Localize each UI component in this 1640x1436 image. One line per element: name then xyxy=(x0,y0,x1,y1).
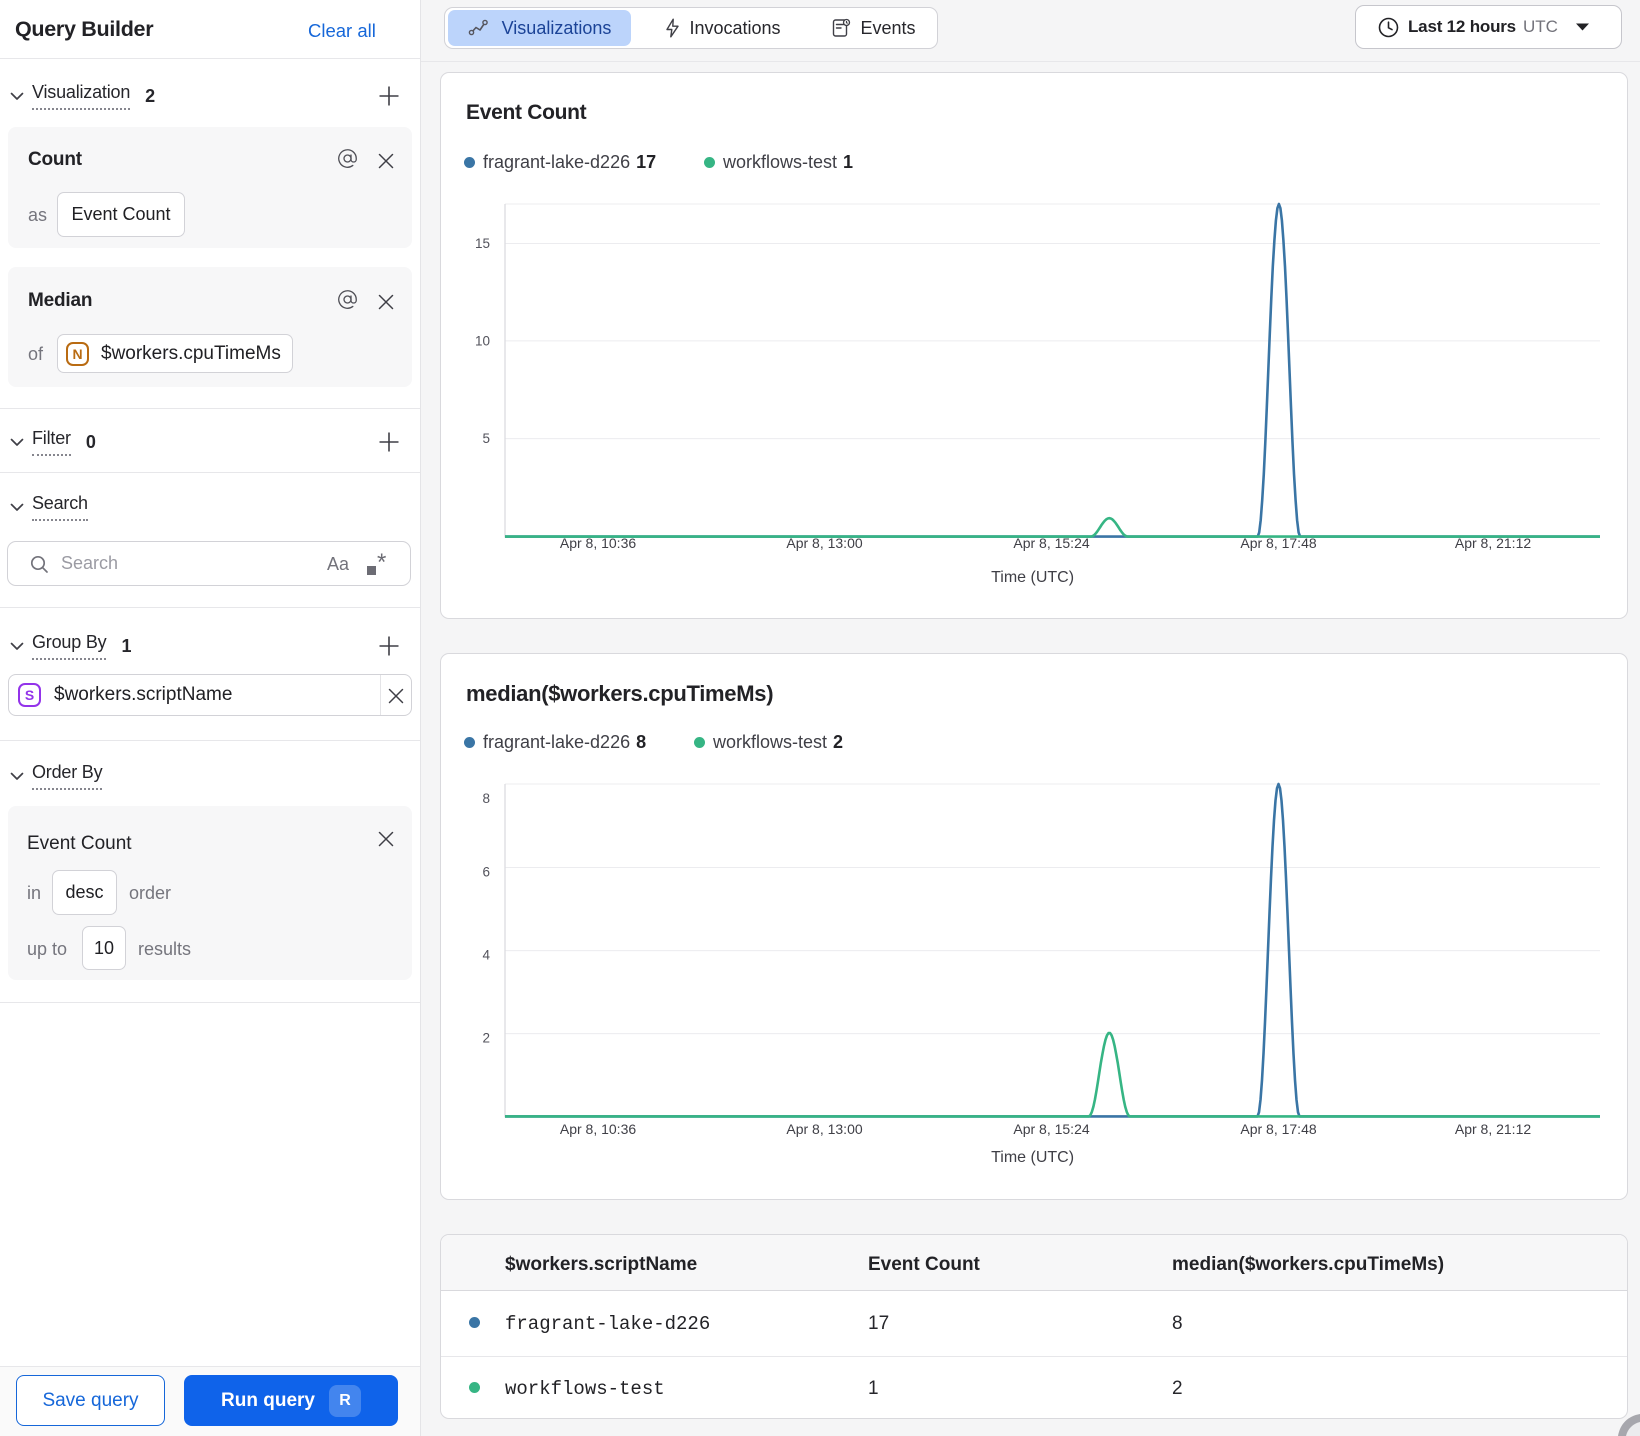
svg-text:Apr 8, 13:00: Apr 8, 13:00 xyxy=(786,535,862,551)
svg-text:Apr 8, 21:12: Apr 8, 21:12 xyxy=(1455,1121,1531,1137)
svg-text:15: 15 xyxy=(475,236,490,251)
svg-text:Apr 8, 15:24: Apr 8, 15:24 xyxy=(1013,535,1089,551)
svg-text:10: 10 xyxy=(475,334,490,349)
svg-text:Time (UTC): Time (UTC) xyxy=(991,569,1074,586)
svg-text:5: 5 xyxy=(482,431,490,446)
svg-text:2: 2 xyxy=(482,1031,490,1046)
svg-text:Apr 8, 13:00: Apr 8, 13:00 xyxy=(786,1121,862,1137)
svg-text:Apr 8, 10:36: Apr 8, 10:36 xyxy=(560,1121,636,1137)
svg-text:Apr 8, 15:24: Apr 8, 15:24 xyxy=(1013,1121,1089,1137)
svg-text:Apr 8, 17:48: Apr 8, 17:48 xyxy=(1240,1121,1316,1137)
svg-text:Apr 8, 21:12: Apr 8, 21:12 xyxy=(1455,535,1531,551)
svg-text:Apr 8, 17:48: Apr 8, 17:48 xyxy=(1240,535,1316,551)
svg-text:Time (UTC): Time (UTC) xyxy=(991,1149,1074,1166)
svg-text:Apr 8, 10:36: Apr 8, 10:36 xyxy=(560,535,636,551)
svg-text:4: 4 xyxy=(482,948,490,963)
svg-text:6: 6 xyxy=(482,865,490,880)
svg-text:*: * xyxy=(377,553,386,576)
svg-text:8: 8 xyxy=(482,791,490,806)
